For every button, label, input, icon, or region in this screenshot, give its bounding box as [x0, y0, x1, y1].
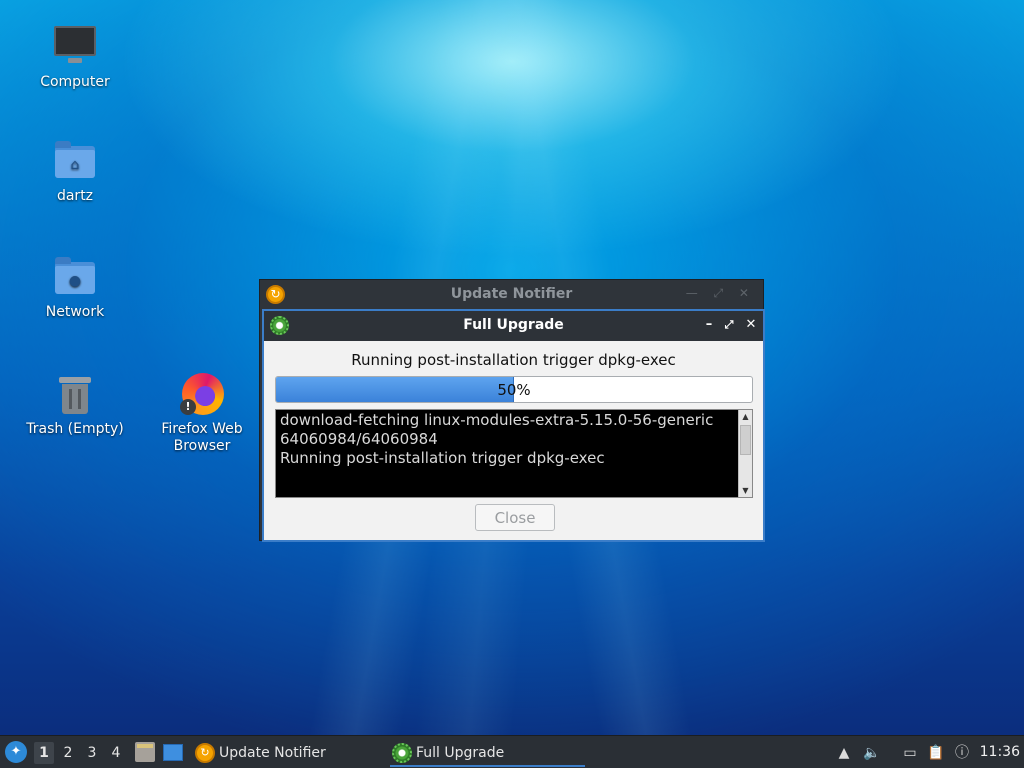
scroll-thumb[interactable] [740, 425, 751, 455]
window-titlebar[interactable]: ↻ Update Notifier — ⤢ ✕ [260, 280, 763, 308]
desktop-icon-trash[interactable]: Trash (Empty) [15, 373, 135, 438]
desktop-icon-label: Network [45, 304, 105, 320]
home-icon: ⌂ [70, 157, 80, 173]
progress-label: 50% [497, 381, 531, 399]
dialog-title: Full Upgrade [463, 317, 564, 333]
workspace-1[interactable]: 1 [34, 742, 54, 764]
taskbar-item-update-notifier[interactable]: ↻ Update Notifier [193, 739, 383, 767]
task-label: Full Upgrade [416, 745, 505, 761]
desktop-icon-firefox[interactable]: ! Firefox Web Browser [142, 373, 262, 455]
taskbar-item-full-upgrade[interactable]: Full Upgrade [390, 739, 585, 767]
workspace-2[interactable]: 2 [58, 742, 78, 764]
close-button[interactable]: Close [475, 504, 555, 531]
full-upgrade-dialog[interactable]: Full Upgrade – ⤢ ✕ Running post-installa… [262, 309, 765, 542]
clock[interactable]: 11:36 [980, 736, 1020, 768]
update-notifier-icon: ↻ [195, 743, 215, 763]
maximize-button[interactable]: ⤢ [721, 317, 737, 333]
window-controls: — ⤢ ✕ [685, 286, 755, 300]
scroll-down-arrow-icon[interactable]: ▼ [739, 484, 752, 497]
tray-expand-icon[interactable]: ▲ [834, 743, 854, 763]
progress-bar: 50% [275, 376, 753, 403]
network-icon[interactable]: ▭ [900, 743, 920, 763]
log-text: download-fetching linux-modules-extra-5.… [280, 411, 714, 467]
workspace-4[interactable]: 4 [106, 742, 126, 764]
clipboard-icon[interactable]: 📋 [926, 743, 946, 763]
warning-badge-icon: ! [180, 399, 196, 415]
desktop-icon-label: dartz [56, 188, 94, 204]
scroll-up-arrow-icon[interactable]: ▲ [739, 410, 752, 423]
computer-icon [54, 26, 96, 63]
desktop-icon-home-folder[interactable]: ⌂ dartz [15, 140, 135, 205]
close-window-button[interactable]: ✕ [743, 317, 759, 333]
log-output[interactable]: download-fetching linux-modules-extra-5.… [275, 409, 753, 498]
desktop-icon-label: Computer [40, 74, 110, 90]
start-menu-icon[interactable]: ✦ [5, 741, 27, 763]
file-manager-icon[interactable] [135, 742, 155, 762]
desktop-icon-label: Firefox Web Browser [161, 421, 243, 454]
desktop-icon-network[interactable]: ● Network [15, 256, 135, 321]
update-available-icon[interactable]: ⓘ [952, 743, 972, 763]
status-message: Running post-installation trigger dpkg-e… [351, 351, 676, 369]
dialog-titlebar[interactable]: Full Upgrade – ⤢ ✕ [264, 311, 763, 341]
show-desktop-icon[interactable] [163, 744, 183, 761]
trash-icon [59, 377, 91, 415]
minimize-button[interactable]: – [701, 317, 717, 333]
volume-icon[interactable]: 🔈 [862, 743, 882, 763]
desktop-icon-computer[interactable]: Computer [15, 24, 135, 91]
desktop-icon-label: Trash (Empty) [26, 421, 124, 437]
log-scrollbar[interactable]: ▲ ▼ [738, 410, 752, 497]
globe-icon: ● [68, 273, 82, 289]
taskbar: ✦ 1 2 3 4 ↻ Update Notifier Full Upgrade… [0, 735, 1024, 768]
gear-icon [392, 743, 412, 763]
task-label: Update Notifier [219, 745, 326, 761]
workspace-3[interactable]: 3 [82, 742, 102, 764]
